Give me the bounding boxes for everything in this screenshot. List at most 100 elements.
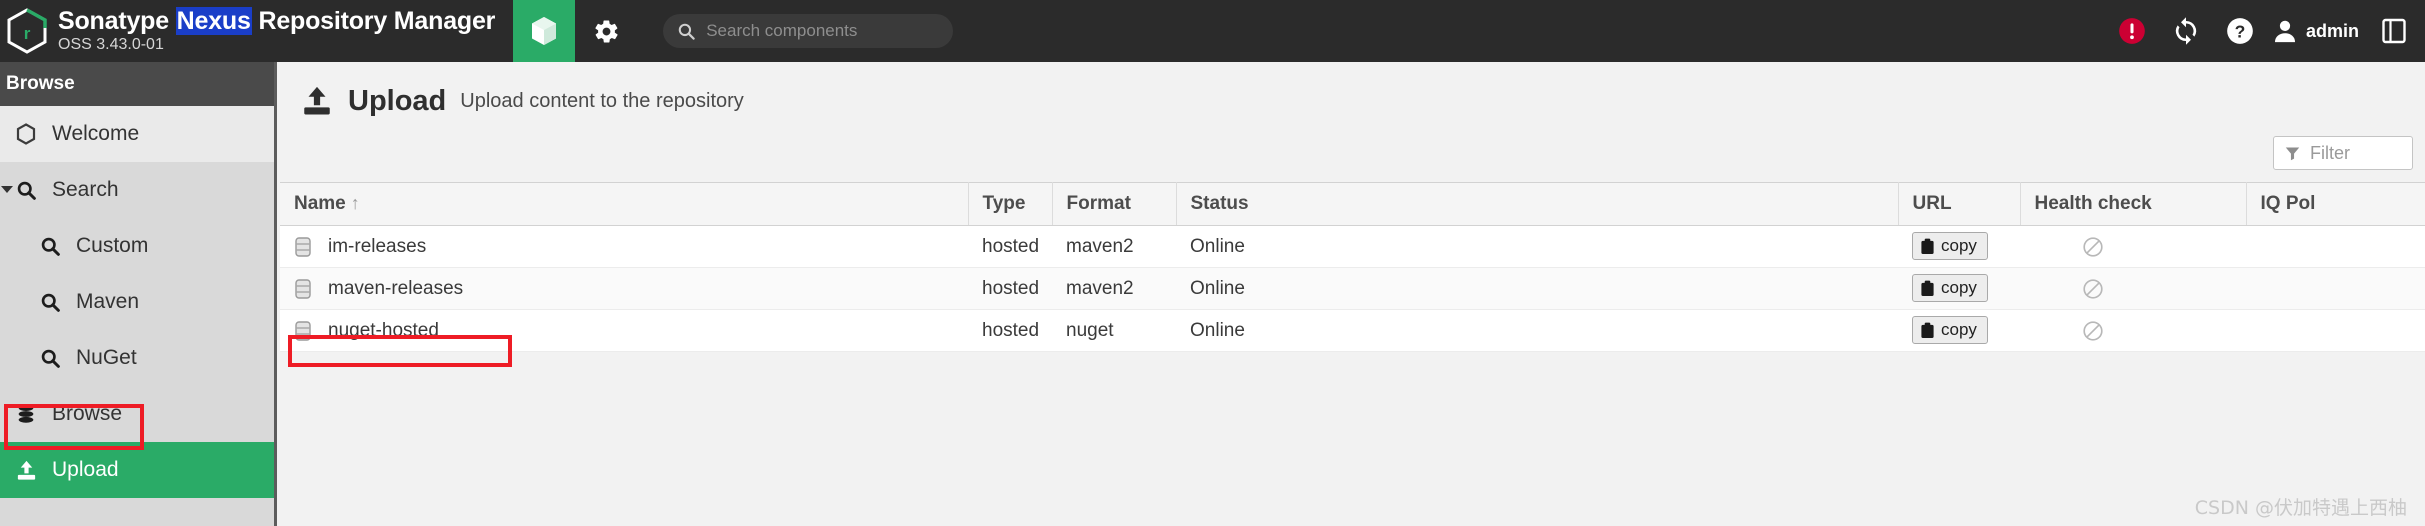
filter-input[interactable] [2310,142,2402,164]
sidebar: Browse Welcome Search Custom Maven NuGet… [0,62,277,526]
search-icon [678,23,695,40]
repository-name: im-releases [328,235,427,257]
app-title-selected: Nexus [175,7,252,36]
cell-format: maven2 [1052,267,1176,310]
sidebar-item-maven[interactable]: Maven [0,274,274,330]
cell-status: Online [1176,225,1898,268]
cell-format: nuget [1052,309,1176,352]
search-input[interactable] [706,21,937,41]
column-header-health-check[interactable]: Health check [2020,182,2247,226]
user-name-label: admin [2305,20,2359,41]
no-entry-icon [2083,278,2103,299]
sidebar-item-label: NuGet [76,346,137,369]
funnel-icon [2285,146,2300,160]
no-entry-icon [2083,236,2103,257]
user-avatar-icon [2274,20,2296,43]
chevron-down-icon [1,186,13,193]
sidebar-item-label: Upload [52,458,119,481]
tab-browse[interactable] [513,0,576,71]
copy-label: copy [1941,320,1977,340]
filter-box[interactable] [2273,136,2413,170]
copy-label: copy [1941,278,1977,298]
cell-type: hosted [968,309,1052,352]
table-row[interactable]: nuget-hosted hosted nuget Online copy [280,309,2425,352]
cell-type: hosted [968,267,1052,310]
copy-url-button[interactable]: copy [1912,316,1988,345]
app-header: r Sonatype Nexus Repository Manager OSS … [0,0,2425,71]
column-header-type[interactable]: Type [968,182,1053,226]
cell-name[interactable]: im-releases [280,225,968,268]
cell-health-check [2020,267,2246,310]
cell-status: Online [1176,309,1898,352]
search-icon [38,290,62,314]
sidebar-item-welcome[interactable]: Welcome [0,106,274,162]
svg-text:r: r [24,24,31,43]
app-title: Sonatype Nexus Repository Manager [58,7,496,36]
repository-name: nuget-hosted [328,319,439,341]
page-title: Upload [348,84,447,117]
cell-health-check [2020,309,2246,352]
sidebar-item-label: Welcome [52,122,140,145]
app-title-suffix: Repository Manager [251,7,496,36]
clipboard-icon [1921,238,1934,254]
search-icon [38,346,62,370]
sidebar-item-label: Maven [76,290,140,313]
repository-icon [295,320,311,341]
copy-url-button[interactable]: copy [1912,274,1988,303]
cell-name[interactable]: nuget-hosted [280,309,968,352]
database-icon [14,402,38,426]
table-row[interactable]: maven-releases hosted maven2 Online copy [280,267,2425,310]
sidebar-item-label: Browse [52,402,123,425]
sort-ascending-icon: ↑ [350,193,360,213]
app-title-prefix: Sonatype [58,7,176,36]
alert-button[interactable] [2105,0,2159,62]
search-icon [14,178,38,202]
refresh-button[interactable] [2159,0,2213,62]
upload-icon [14,458,38,482]
header-search-wrap [663,0,954,62]
repository-icon [295,236,311,257]
panel-button[interactable] [2367,0,2421,62]
alert-circle-icon [2119,18,2145,44]
sidebar-item-search[interactable]: Search [0,162,274,218]
refresh-sync-icon [2175,17,2197,45]
copy-url-button[interactable]: copy [1912,232,1988,261]
column-header-url[interactable]: URL [1898,182,2021,226]
sidebar-item-nuget[interactable]: NuGet [0,330,274,386]
search-components-box[interactable] [663,14,954,48]
help-button[interactable]: ? [2213,0,2267,62]
cell-iq-policy [2246,267,2425,310]
page-subtitle: Upload content to the repository [460,89,744,112]
clipboard-icon [1921,280,1934,296]
column-label: Name [294,193,346,214]
cell-url: copy [1898,309,2020,352]
cell-status: Online [1176,267,1898,310]
box-icon [532,17,557,45]
cell-url: copy [1898,225,2020,268]
sidebar-item-label: Custom [76,234,149,257]
table-row[interactable]: im-releases hosted maven2 Online copy [280,225,2425,268]
cell-health-check [2020,225,2246,268]
column-header-iq-policy[interactable]: IQ Pol [2246,182,2425,226]
repository-icon [295,278,311,299]
help-circle-icon: ? [2227,18,2253,44]
sidebar-item-custom[interactable]: Custom [0,218,274,274]
cell-iq-policy [2246,225,2425,268]
table-header-row: Name ↑ Type Format Status URL Health chec… [280,182,2425,226]
tab-settings[interactable] [575,0,637,62]
sidebar-item-upload[interactable]: Upload [0,442,274,498]
sidebar-section-title: Browse [0,62,274,106]
column-header-name[interactable]: Name ↑ [280,182,969,226]
column-header-format[interactable]: Format [1052,182,1177,226]
hexagon-icon [14,122,38,146]
sidebar-item-label: Search [52,178,119,201]
column-header-status[interactable]: Status [1176,182,1899,226]
sonatype-logo-icon: r [7,8,47,54]
header-right-icons: ? admin [2105,0,2425,62]
user-menu[interactable]: admin [2267,17,2367,45]
cell-name[interactable]: maven-releases [280,267,968,310]
svg-text:?: ? [2235,22,2246,42]
sidebar-item-browse[interactable]: Browse [0,386,274,442]
cell-url: copy [1898,267,2020,310]
brand-block[interactable]: r Sonatype Nexus Repository Manager OSS … [0,0,513,62]
